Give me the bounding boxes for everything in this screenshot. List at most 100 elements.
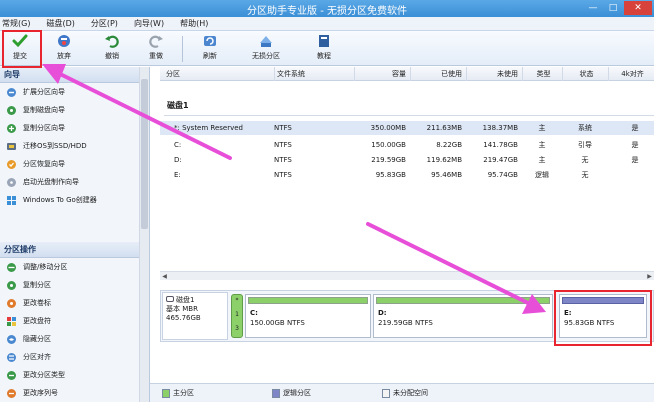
wizard-item-label: Windows To Go创建器 [23, 196, 97, 204]
legend-unallocated-label: 未分配空间 [393, 389, 428, 397]
table-horizontal-scrollbar[interactable]: ◀ ▶ [160, 271, 654, 280]
col-header-partition[interactable]: 分区 [164, 67, 244, 81]
minimize-button[interactable]: — [584, 1, 602, 15]
close-button[interactable]: ✕ [624, 1, 652, 15]
ops-item-change-drive-letter[interactable]: 更改盘符 [0, 312, 149, 330]
wizard-item-windows-to-go[interactable]: Windows To Go创建器 [0, 191, 149, 209]
wizard-item-partition-recovery[interactable]: 分区恢复向导 [0, 155, 149, 173]
refresh-button[interactable]: 刷新 [194, 33, 226, 64]
cell-4k-align: 是 [631, 124, 639, 132]
window-title: 分区助手专业版 - 无损分区免费软件 [247, 6, 407, 17]
scroll-right-arrow-icon[interactable]: ▶ [645, 272, 654, 281]
table-row[interactable]: C: NTFS 150.00GB 8.22GB 141.78GB 主 引导 是 [160, 138, 654, 152]
ops-item-label: 调整/移动分区 [23, 263, 68, 271]
lossless-partition-button[interactable]: 无损分区 [246, 33, 286, 64]
wizard-item-migrate-os[interactable]: 迁移OS到SSD/HDD [0, 137, 149, 155]
col-header-capacity[interactable]: 容量 [354, 67, 410, 81]
undo-icon [104, 33, 120, 49]
discard-button[interactable]: 放弃 [48, 33, 80, 64]
partition-block-c[interactable]: C: 150.00GB NTFS [245, 294, 371, 338]
ops-item-resize-move[interactable]: 调整/移动分区 [0, 258, 149, 276]
col-header-status[interactable]: 状态 [562, 67, 608, 81]
cd-icon [7, 177, 16, 187]
partition-letter: C: [250, 309, 258, 317]
ops-item-change-serial-number[interactable]: 更改序列号 [0, 384, 149, 402]
primary-swatch [162, 388, 170, 398]
left-panel-scrollbar[interactable] [139, 67, 149, 402]
undo-button[interactable]: 撤销 [96, 33, 128, 64]
wizard-item-label: 复制磁盘向导 [23, 106, 65, 114]
cell-type: 主 [538, 141, 546, 149]
menu-disk[interactable]: 磁盘(D) [38, 17, 82, 30]
wizard-item-extend-partition[interactable]: 扩展分区向导 [0, 83, 149, 101]
menu-help[interactable]: 帮助(H) [172, 17, 216, 30]
partition-block-d[interactable]: D: 219.59GB NTFS [373, 294, 553, 338]
col-header-used[interactable]: 已使用 [410, 67, 466, 81]
disk-type: 基本 MBR [166, 305, 198, 313]
legend-primary: 主分区 [162, 388, 194, 398]
partition-ops-section-header[interactable]: 分区操作 [0, 242, 149, 258]
wizard-item-copy-disk[interactable]: 复制磁盘向导 [0, 101, 149, 119]
menu-partition[interactable]: 分区(P) [83, 17, 126, 30]
ops-item-partition-align[interactable]: 分区对齐 [0, 348, 149, 366]
ops-item-label: 隐藏分区 [23, 335, 51, 343]
partition-info: 219.59GB NTFS [378, 319, 433, 327]
extend-partition-icon [7, 87, 16, 97]
maximize-button[interactable]: □ [604, 1, 622, 15]
mini-label: 1 [235, 311, 239, 318]
wizard-section-header[interactable]: 向导 [0, 67, 149, 83]
table-row[interactable]: D: NTFS 219.59GB 119.62MB 219.47GB 主 无 是 [160, 153, 654, 167]
legend-unallocated: 未分配空间 [382, 388, 428, 398]
resize-icon [7, 262, 16, 272]
scrollbar-thumb[interactable] [141, 79, 148, 229]
redo-button[interactable]: 重做 [140, 33, 172, 64]
wizard-item-bootable-media[interactable]: 启动光盘制作向导 [0, 173, 149, 191]
wizard-item-label: 扩展分区向导 [23, 88, 65, 96]
cell-status: 无 [581, 171, 589, 179]
redo-icon [148, 33, 164, 49]
redo-label: 重做 [149, 52, 163, 60]
system-reserved-segment[interactable]: * 1 3 [231, 294, 243, 338]
ops-item-label: 更改盘符 [23, 317, 51, 325]
col-header-4k-align[interactable]: 4k对齐 [608, 67, 654, 81]
disk-icon [166, 296, 174, 302]
wizard-item-copy-partition[interactable]: 复制分区向导 [0, 119, 149, 137]
cell-used: 95.46MB [431, 171, 462, 179]
partition-type-icon [7, 370, 16, 380]
ops-item-hide-partition[interactable]: 隐藏分区 [0, 330, 149, 348]
cell-type: 主 [538, 156, 546, 164]
table-row[interactable]: E: NTFS 95.83GB 95.46MB 95.74GB 逻辑 无 [160, 168, 654, 182]
cell-capacity: 219.59GB [371, 156, 406, 164]
drive-letter-icon [7, 316, 16, 326]
disk-size: 465.76GB [166, 314, 201, 322]
menu-general[interactable]: 常规(G) [0, 17, 38, 30]
cell-status: 引导 [578, 141, 592, 149]
menu-wizard[interactable]: 向导(W) [126, 17, 172, 30]
ops-item-change-partition-type[interactable]: 更改分区类型 [0, 366, 149, 384]
cell-filesystem: NTFS [274, 124, 292, 132]
table-header: 分区 文件系统 容量 已使用 未使用 类型 状态 4k对齐 [160, 67, 654, 81]
lossless-partition-label: 无损分区 [252, 52, 280, 60]
wizard-item-label: 分区恢复向导 [23, 160, 65, 168]
col-header-filesystem[interactable]: 文件系统 [274, 67, 354, 81]
left-panel: 向导 扩展分区向导 复制磁盘向导 复制分区向导 迁移OS到SSD/HDD 分区恢… [0, 67, 150, 402]
mini-label: 3 [235, 325, 239, 332]
col-header-type[interactable]: 类型 [522, 67, 562, 81]
tutorial-button[interactable]: 教程 [308, 33, 340, 64]
col-header-free[interactable]: 未使用 [466, 67, 522, 81]
ops-item-label: 更改序列号 [23, 389, 58, 397]
cell-capacity: 350.00MB [370, 124, 406, 132]
table-row[interactable]: *: System Reserved NTFS 350.00MB 211.63M… [160, 121, 654, 135]
cell-free: 141.78GB [483, 141, 518, 149]
legend-bar: 主分区 逻辑分区 未分配空间 [150, 383, 654, 402]
disk-info-box[interactable]: 磁盘1 基本 MBR 465.76GB [162, 292, 228, 340]
logical-swatch [272, 388, 280, 398]
panel-gap [0, 209, 149, 242]
scroll-left-arrow-icon[interactable]: ◀ [160, 272, 169, 281]
ops-item-copy-partition[interactable]: 复制分区 [0, 276, 149, 294]
label-icon [7, 298, 16, 308]
cell-filesystem: NTFS [274, 141, 292, 149]
windows-icon [7, 195, 16, 205]
cell-free: 95.74GB [487, 171, 518, 179]
ops-item-change-label[interactable]: 更改卷标 [0, 294, 149, 312]
